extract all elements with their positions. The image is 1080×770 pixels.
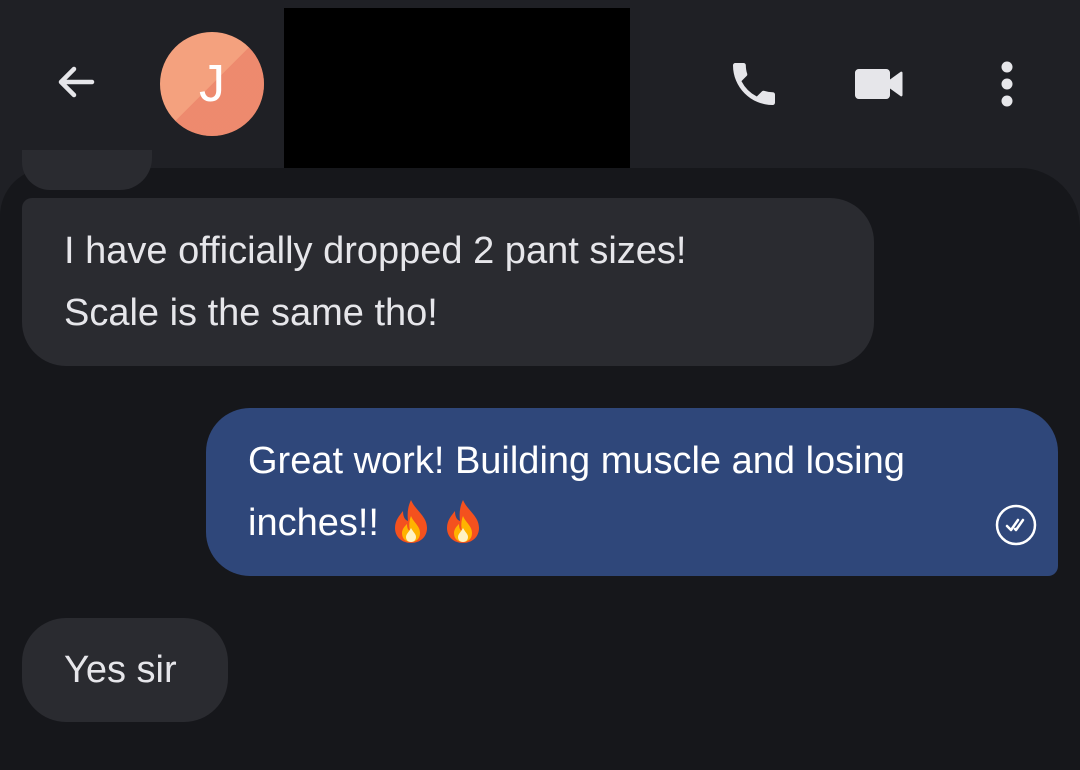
video-call-button[interactable] (848, 52, 912, 116)
avatar-initial: J (199, 55, 225, 113)
more-vertical-icon (1001, 61, 1013, 107)
arrow-left-icon (58, 66, 95, 98)
message-text-line: Scale is the same tho! (64, 292, 438, 334)
more-options-button[interactable] (975, 52, 1039, 116)
message-text-line: Great work! Building muscle and losing (248, 440, 905, 482)
contact-name-redacted (284, 8, 630, 182)
phone-icon (733, 63, 775, 105)
read-receipt-icon (995, 504, 1037, 546)
fire-emoji-icon (446, 499, 479, 543)
video-camera-icon (855, 69, 903, 99)
message-text-segment: inches!! (248, 502, 379, 544)
message-text-line-with-emoji: inches!! (248, 492, 1018, 554)
top-app-bar: J (0, 0, 1080, 185)
back-button[interactable] (40, 46, 112, 118)
message-text-line: I have officially dropped 2 pant sizes! (64, 230, 687, 272)
avatar[interactable]: J (160, 32, 264, 136)
outgoing-message-bubble[interactable]: Great work! Building muscle and losing i… (206, 408, 1058, 576)
messages-screen: J I have officially dropped 2 pant sizes… (0, 0, 1080, 770)
previous-message-bubble[interactable] (22, 150, 152, 190)
incoming-message-bubble[interactable]: Yes sir (22, 618, 228, 722)
call-button[interactable] (722, 52, 786, 116)
fire-emoji-icon (394, 499, 427, 543)
message-text-line: Yes sir (64, 649, 177, 691)
incoming-message-bubble[interactable]: I have officially dropped 2 pant sizes! … (22, 198, 874, 366)
